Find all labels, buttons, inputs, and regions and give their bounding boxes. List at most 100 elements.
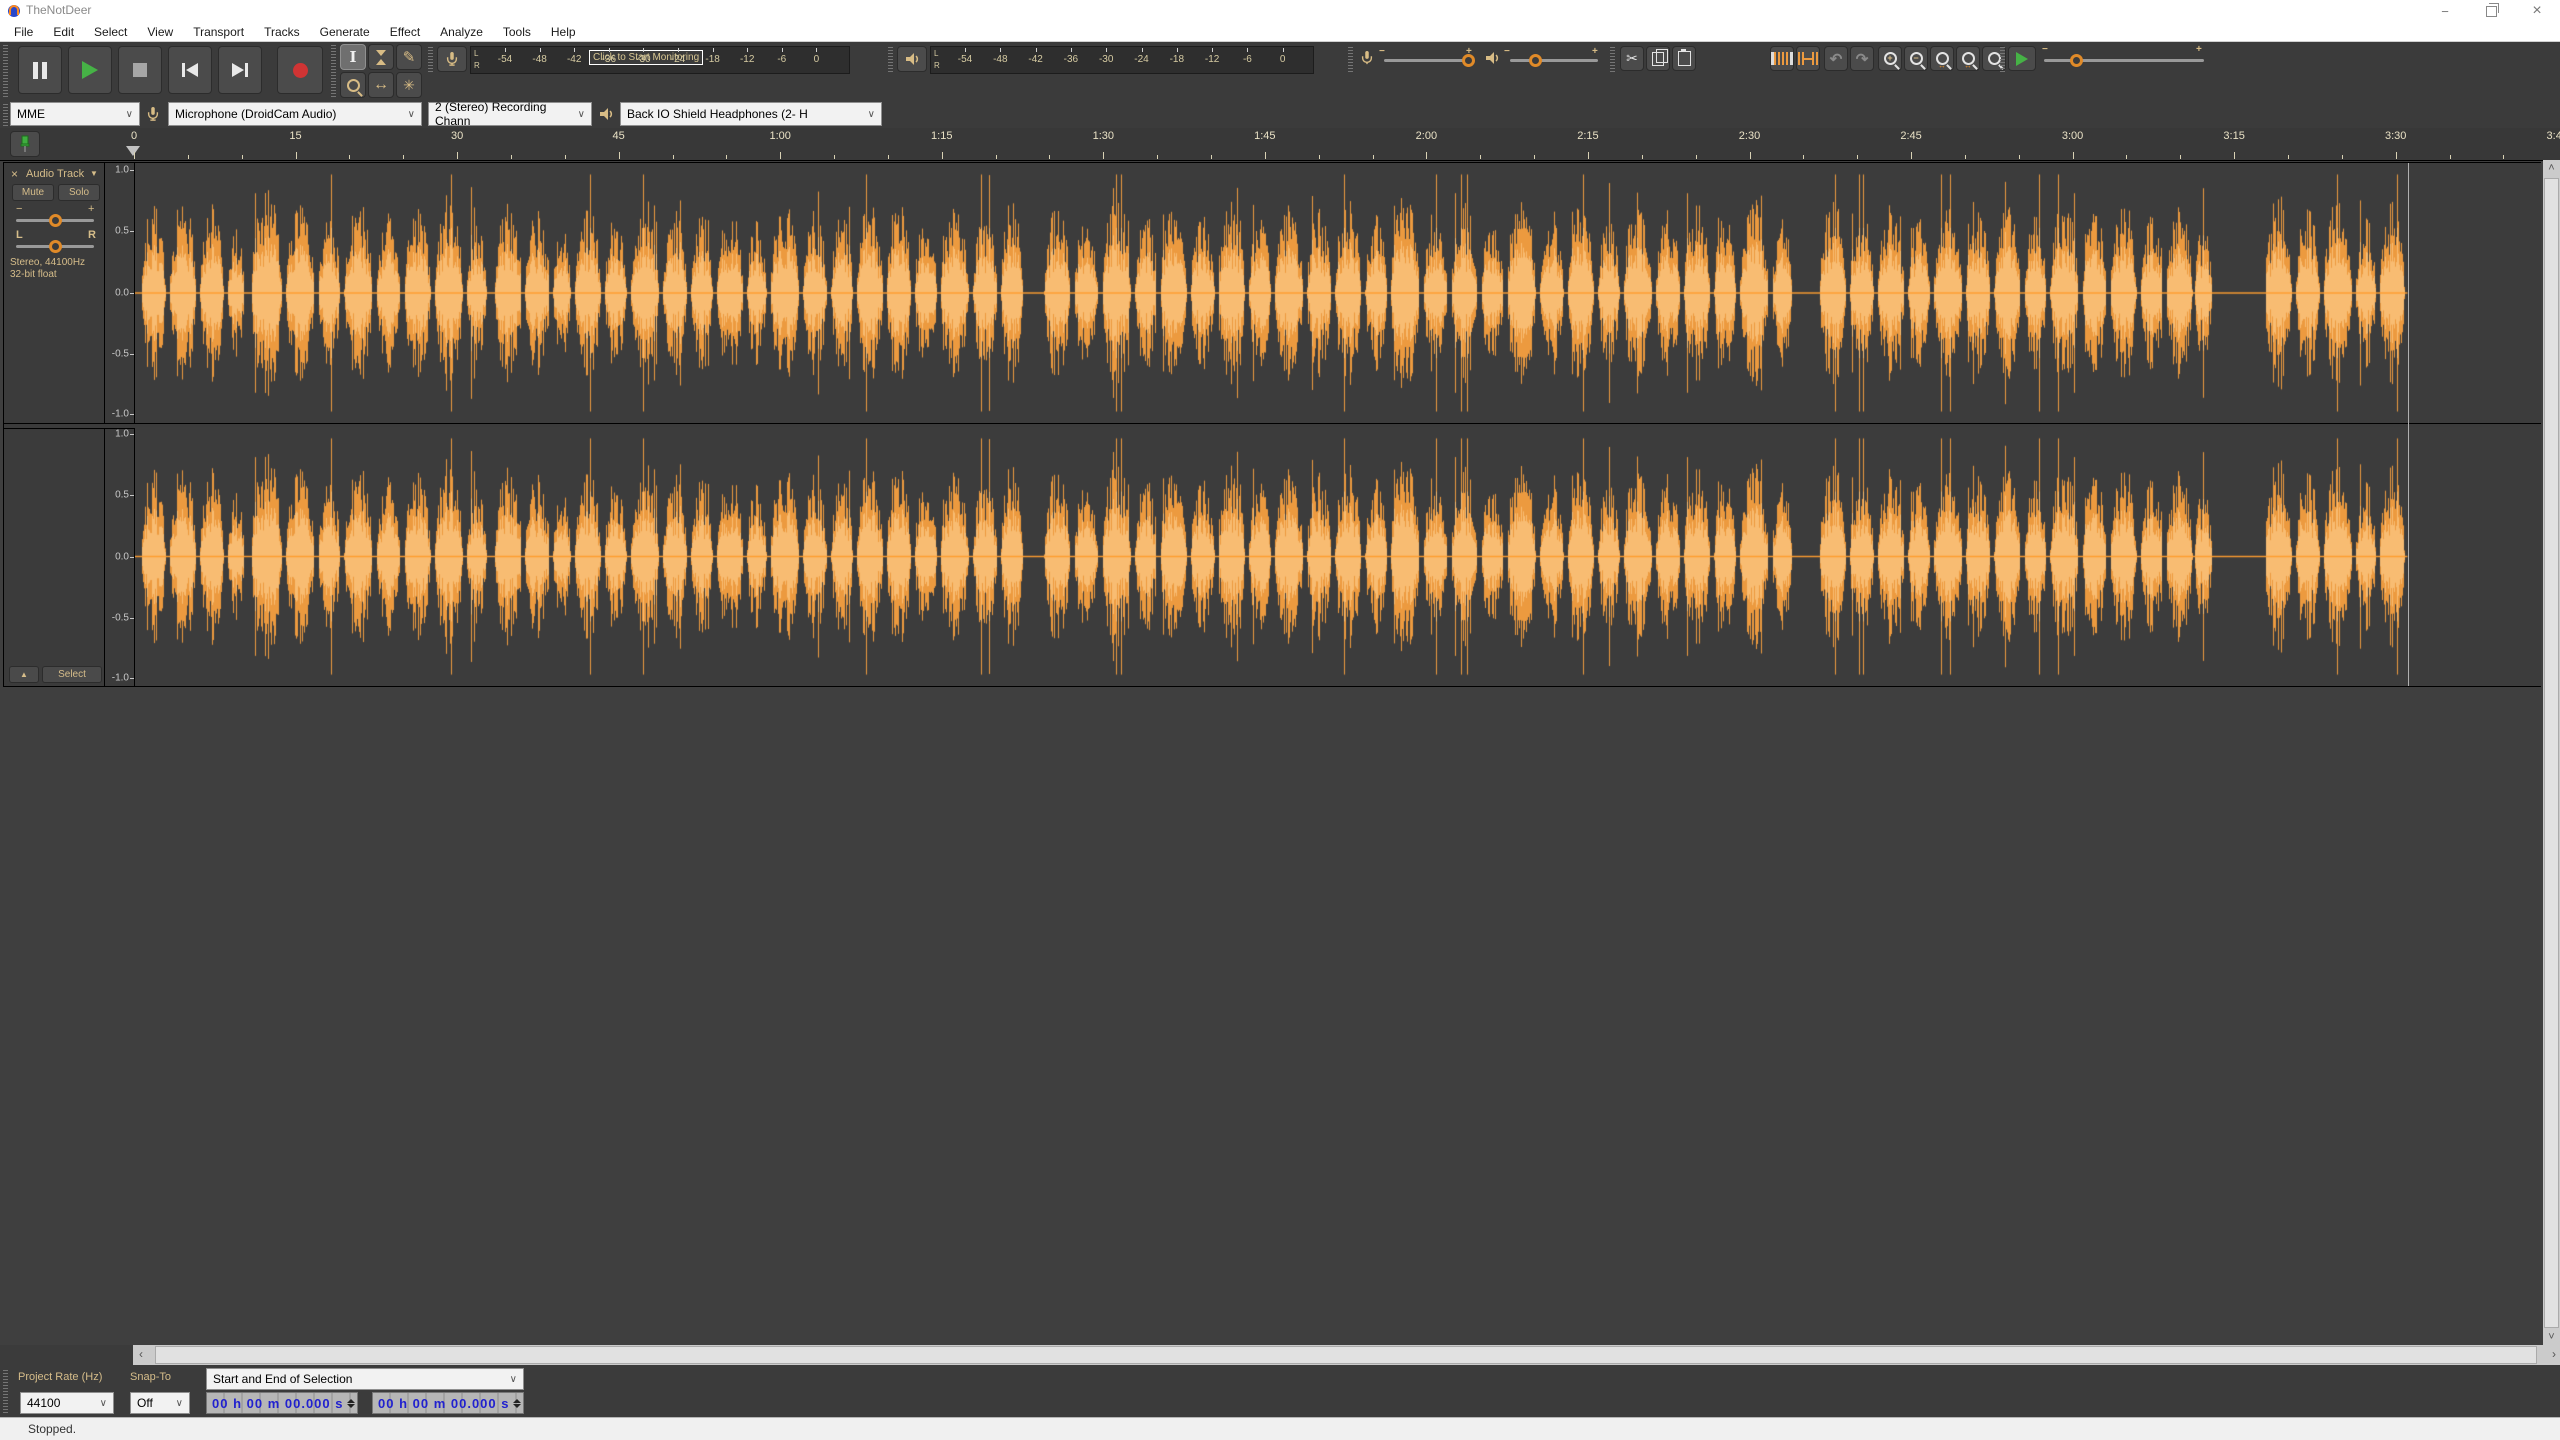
playback-meter[interactable]: L R -54-48-42-36-30-24-18-12-60 <box>930 46 1314 74</box>
ruler-tick <box>1211 155 1212 159</box>
playback-meter-grip[interactable] <box>888 46 893 72</box>
recording-channels-select[interactable]: 2 (Stereo) Recording Chann ∨ <box>428 102 592 126</box>
menu-item-transport[interactable]: Transport <box>183 22 254 42</box>
menu-item-generate[interactable]: Generate <box>310 22 380 42</box>
play-speed-slider[interactable] <box>2044 59 2204 62</box>
device-toolbar-grip[interactable] <box>3 102 8 126</box>
selection-tool-button[interactable]: I <box>340 44 366 70</box>
play-button[interactable] <box>68 46 112 94</box>
playback-device-select[interactable]: Back IO Shield Headphones (2- H ∨ <box>620 102 882 126</box>
silence-audio-button[interactable] <box>1796 46 1820 71</box>
scroll-right-icon[interactable]: › <box>2552 1347 2556 1361</box>
tools-toolbar-grip[interactable] <box>331 45 336 97</box>
selection-mode-select[interactable]: Start and End of Selection ∨ <box>206 1368 524 1390</box>
mute-button[interactable]: Mute <box>12 184 54 201</box>
vertical-scale-channel-1[interactable]: 1.00.50.0-0.5-1.0 <box>104 163 135 423</box>
recording-meter-mic-button[interactable] <box>437 46 467 72</box>
track-select-button[interactable]: Select <box>42 666 102 683</box>
zoom-fit-project-button[interactable]: ↔ <box>1956 46 1980 71</box>
recording-meter[interactable]: L R Click to Start Monitoring -54-48-42-… <box>470 46 850 74</box>
play-at-speed-grip[interactable] <box>2000 46 2005 72</box>
ruler-label: 2:00 <box>1416 130 1437 142</box>
horizontal-scrollbar-thumb[interactable] <box>155 1346 2537 1364</box>
collapse-track-button[interactable]: ▲ <box>9 666 39 683</box>
menu-item-edit[interactable]: Edit <box>43 22 84 42</box>
menu-item-tracks[interactable]: Tracks <box>254 22 310 42</box>
redo-button[interactable]: ↷ <box>1850 46 1874 71</box>
record-volume-thumb[interactable] <box>1462 54 1475 67</box>
menu-item-select[interactable]: Select <box>84 22 137 42</box>
vertical-scrollbar-thumb[interactable] <box>2544 178 2559 1328</box>
ruler-label: 2:45 <box>1900 130 1921 142</box>
selection-start-field[interactable]: 00 h 00 m 00.000 s <box>206 1392 358 1414</box>
scroll-down-icon[interactable]: ˅ <box>2543 1331 2560 1343</box>
undo-button[interactable]: ↶ <box>1824 46 1848 71</box>
minimize-button[interactable]: − <box>2422 0 2468 22</box>
playback-volume-thumb[interactable] <box>1529 54 1542 67</box>
copy-button[interactable] <box>1646 46 1670 71</box>
waveform-channel-1[interactable] <box>135 163 2541 423</box>
playhead-marker[interactable] <box>126 146 140 156</box>
snap-to-select[interactable]: Off ∨ <box>130 1392 190 1414</box>
track-name[interactable]: Audio Track <box>26 168 84 180</box>
vertical-scrollbar[interactable]: ˄ ˅ <box>2543 160 2560 1345</box>
skip-to-end-button[interactable] <box>218 46 262 94</box>
paste-button[interactable] <box>1672 46 1696 71</box>
track-menu-arrow-icon[interactable]: ▼ <box>90 169 98 178</box>
track-close-button[interactable]: × <box>11 167 18 181</box>
selection-end-field[interactable]: 00 h 00 m 00.000 s <box>372 1392 524 1414</box>
envelope-tool-button[interactable] <box>368 44 394 70</box>
skip-to-start-button[interactable] <box>168 46 212 94</box>
spinner-icon[interactable] <box>344 1399 355 1408</box>
play-speed-thumb[interactable] <box>2070 54 2083 67</box>
draw-tool-button[interactable]: ✎ <box>396 44 422 70</box>
menu-item-analyze[interactable]: Analyze <box>430 22 493 42</box>
playback-meter-speaker-button[interactable] <box>897 46 927 72</box>
timeline-options-button[interactable] <box>10 131 40 157</box>
waveform-channel-2[interactable] <box>135 427 2541 686</box>
vertical-scale-channel-2[interactable]: 1.00.50.0-0.5-1.0 <box>104 427 135 686</box>
solo-button[interactable]: Solo <box>58 184 100 201</box>
record-volume-slider[interactable] <box>1384 59 1472 62</box>
zoom-to-selection-button[interactable]: ↔ <box>1930 46 1954 71</box>
restore-button[interactable] <box>2468 0 2514 22</box>
selection-toolbar-grip[interactable] <box>3 1369 8 1413</box>
close-button[interactable]: × <box>2514 0 2560 22</box>
scroll-up-icon[interactable]: ˄ <box>2543 162 2560 174</box>
pan-slider[interactable] <box>16 245 94 248</box>
spinner-icon[interactable] <box>510 1399 521 1408</box>
time-shift-tool-button[interactable]: ↔ <box>368 72 394 98</box>
menu-item-effect[interactable]: Effect <box>380 22 430 42</box>
edit-toolbar-grip[interactable] <box>1610 46 1615 72</box>
play-at-speed-button[interactable] <box>2008 46 2036 71</box>
playback-volume-slider[interactable] <box>1510 59 1598 62</box>
pause-button[interactable] <box>18 46 62 94</box>
recording-meter-grip[interactable] <box>428 46 433 72</box>
trim-audio-button[interactable] <box>1770 46 1794 71</box>
zoom-out-button[interactable]: − <box>1904 46 1928 71</box>
menu-item-file[interactable]: File <box>4 22 43 42</box>
zoom-in-button[interactable]: + <box>1878 46 1902 71</box>
audio-host-select[interactable]: MME ∨ <box>10 102 140 126</box>
multi-tool-button[interactable]: ✳ <box>396 72 422 98</box>
project-rate-select[interactable]: 44100 ∨ <box>20 1392 114 1414</box>
zoom-tool-button[interactable] <box>340 72 366 98</box>
timeline-ruler[interactable]: 01530451:001:151:301:452:002:152:302:453… <box>0 128 2560 161</box>
gain-slider[interactable] <box>16 219 94 222</box>
minimize-icon: − <box>2441 4 2449 19</box>
menu-item-help[interactable]: Help <box>541 22 586 42</box>
waveform-area-channel-2[interactable] <box>135 427 2541 686</box>
scroll-left-icon[interactable]: ‹ <box>139 1347 143 1361</box>
menu-item-tools[interactable]: Tools <box>493 22 541 42</box>
gain-thumb[interactable] <box>49 214 62 227</box>
record-button[interactable] <box>277 46 323 94</box>
pan-thumb[interactable] <box>49 240 62 253</box>
horizontal-scrollbar[interactable]: ‹ › <box>133 1345 2560 1365</box>
cut-button[interactable]: ✂ <box>1620 46 1644 71</box>
waveform-area-channel-1[interactable] <box>135 163 2541 423</box>
menu-item-view[interactable]: View <box>137 22 183 42</box>
transport-toolbar-grip[interactable] <box>3 45 8 97</box>
stop-button[interactable] <box>118 46 162 94</box>
recording-device-select[interactable]: Microphone (DroidCam Audio) ∨ <box>168 102 422 126</box>
mixer-toolbar-grip[interactable] <box>1348 46 1353 72</box>
